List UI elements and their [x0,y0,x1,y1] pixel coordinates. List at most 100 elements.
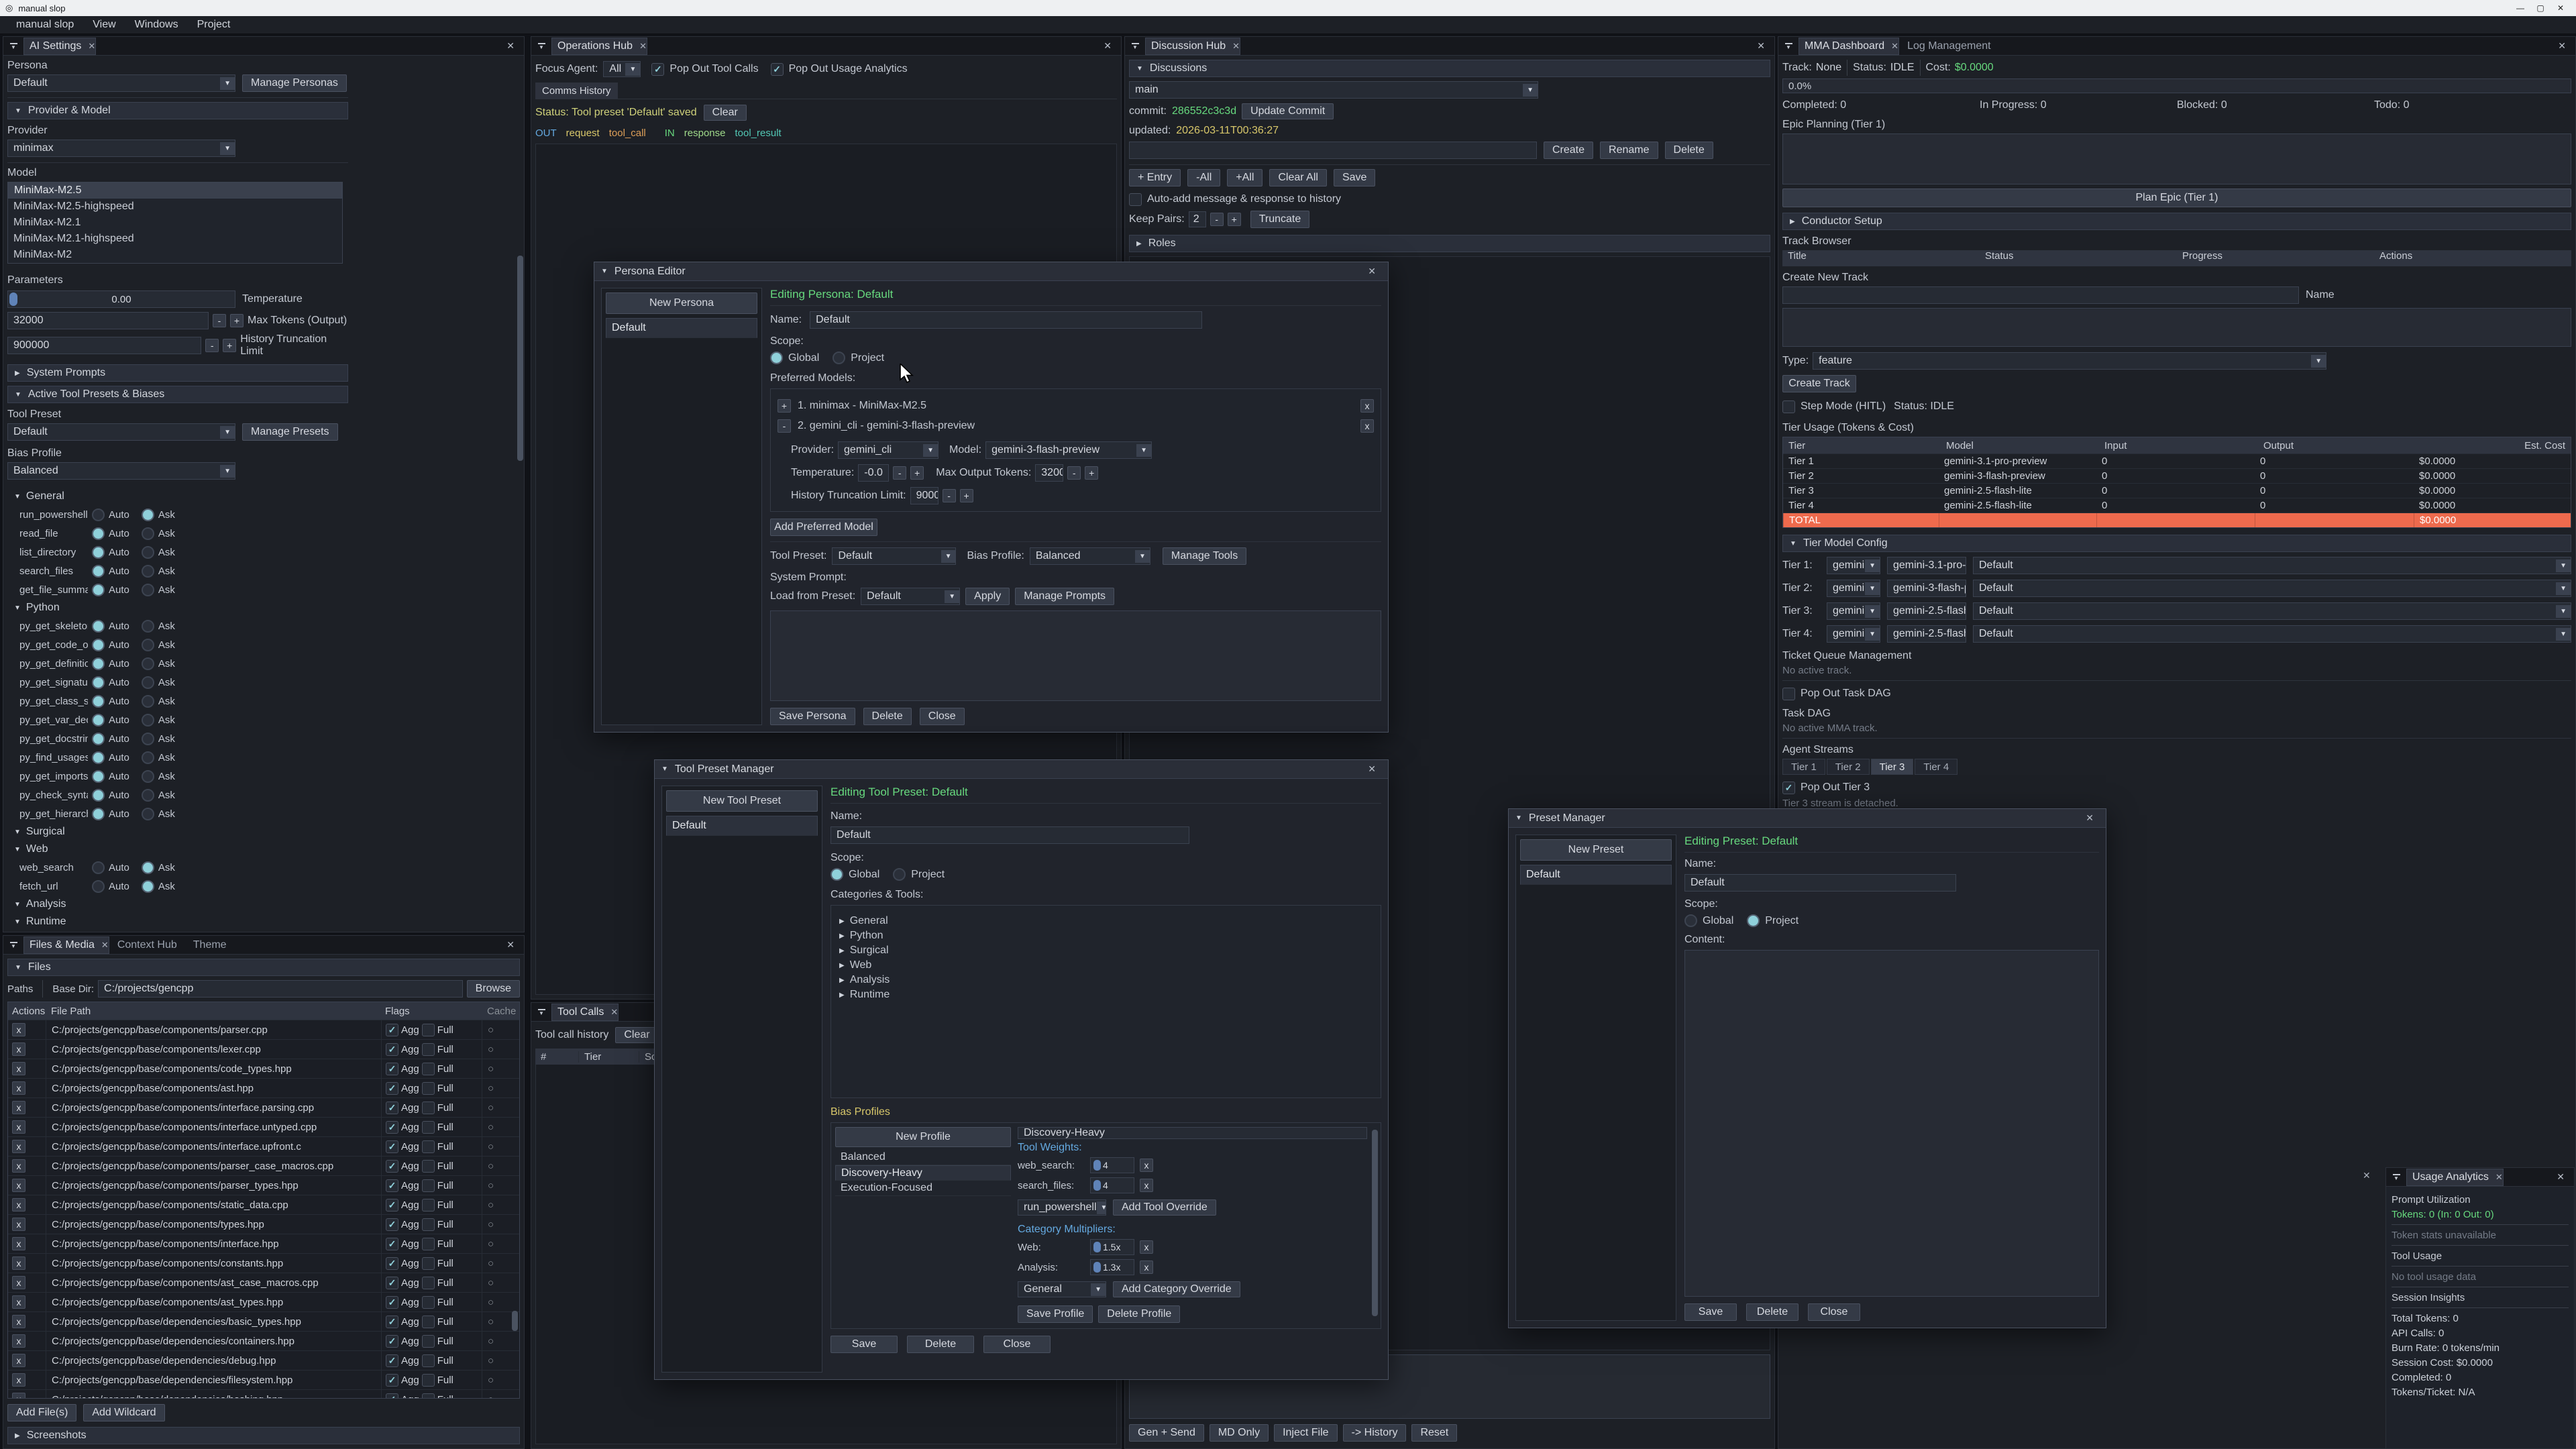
pe-history-decrement[interactable]: - [943,489,956,502]
agg-checkbox[interactable]: ✓ [386,1218,398,1231]
agg-checkbox[interactable]: ✓ [386,1335,398,1348]
tab-close-icon[interactable]: ✕ [88,41,95,52]
panel-close-icon[interactable]: ✕ [1098,40,1117,52]
full-checkbox[interactable]: ✓ [422,1218,435,1231]
remove-file-button[interactable]: x [12,1120,25,1134]
max-tokens-input[interactable]: 32000 [7,312,209,329]
full-checkbox[interactable]: ✓ [422,1043,435,1056]
ask-radio[interactable] [142,751,154,764]
new-profile-button[interactable]: New Profile [835,1127,1011,1147]
save-tool-preset-button[interactable]: Save [830,1336,898,1353]
delete-profile-button[interactable]: Delete Profile [1098,1305,1180,1323]
comms-history-tab[interactable]: Comms History [535,83,618,99]
auto-radio[interactable] [92,676,105,689]
expand-icon[interactable]: ▶ [839,962,845,969]
expand-icon[interactable]: ▶ [839,947,845,955]
pop-out-task-dag-checkbox[interactable]: ✓ [1782,688,1795,700]
dialog-close-icon[interactable]: ✕ [1362,763,1381,775]
agg-checkbox[interactable]: ✓ [386,1102,398,1114]
save-persona-button[interactable]: Save Persona [770,708,855,725]
screenshots-section-header[interactable]: ▶Screenshots [7,1427,520,1444]
expand-icon[interactable]: ▶ [839,932,845,940]
stream-tier-tab[interactable]: Tier 4 [1915,759,1957,775]
bias-profile-list-item[interactable]: Balanced [835,1150,1011,1165]
pe-provider-select[interactable]: gemini_cli▼ [838,441,938,459]
ask-radio[interactable] [142,565,154,578]
panel-close-icon[interactable]: ✕ [1752,40,1770,52]
auto-radio[interactable] [92,620,105,633]
pe-max-increment[interactable]: + [1085,466,1098,480]
panel-close-icon[interactable]: ✕ [2553,40,2571,52]
panel-close-icon[interactable]: ✕ [2551,1171,2570,1183]
composer-action-button[interactable]: Reset [1411,1424,1457,1442]
auto-radio[interactable] [92,714,105,727]
ask-radio[interactable] [142,620,154,633]
auto-radio[interactable] [92,789,105,802]
pe-tool-preset-select[interactable]: Default▼ [832,547,956,565]
panel-menu-icon[interactable]: ▼ [1778,43,1799,50]
ask-radio[interactable] [142,527,154,540]
pe-max-decrement[interactable]: - [1067,466,1081,480]
auto-radio[interactable] [92,695,105,708]
create-track-button[interactable]: Create Track [1782,375,1856,392]
tier-model-select[interactable]: gemini-2.5-flash▼ [1887,625,1966,643]
tier-provider-select[interactable]: gemini▼ [1827,557,1880,574]
clear-tool-calls-button[interactable]: Clear [615,1027,658,1043]
auto-radio[interactable] [92,584,105,596]
panel-close-icon[interactable]: ✕ [501,939,520,951]
category-item[interactable]: General [850,915,888,927]
tab-ai-settings[interactable]: AI Settings✕ [23,38,96,55]
auto-radio[interactable] [92,733,105,745]
ask-radio[interactable] [142,546,154,559]
add-category-override-button[interactable]: Add Category Override [1113,1281,1240,1297]
focus-agent-select[interactable]: All▼ [603,61,641,77]
remove-file-button[interactable]: x [12,1140,25,1153]
tier-preset-select[interactable]: Default▼ [1973,580,2571,597]
category-item[interactable]: Surgical [850,945,889,957]
ask-radio[interactable] [142,861,154,874]
tab-operations-hub[interactable]: Operations Hub✕ [551,38,647,55]
agg-checkbox[interactable]: ✓ [386,1277,398,1289]
tab-log-management[interactable]: Log Management [1899,37,1999,56]
agg-checkbox[interactable]: ✓ [386,1374,398,1387]
composer-action-button[interactable]: -> History [1343,1424,1407,1442]
menu-item[interactable]: Project [188,16,240,34]
full-checkbox[interactable]: ✓ [422,1335,435,1348]
remove-file-button[interactable]: x [12,1315,25,1328]
tool-category-header[interactable]: ▼Surgical [7,823,348,841]
provider-select[interactable]: minimax▼ [7,140,235,157]
create-discussion-button[interactable]: Create [1544,142,1593,159]
expand-icon[interactable]: ▶ [839,977,845,984]
pm-content-textarea[interactable] [1684,950,2099,1297]
ask-radio[interactable] [142,880,154,893]
keep-pairs-input[interactable]: 2 [1189,211,1206,227]
apply-button[interactable]: Apply [965,588,1010,605]
tab-usage-analytics[interactable]: Usage Analytics✕ [2406,1169,2504,1186]
panel-menu-icon[interactable]: ▼ [3,942,23,949]
reorder-model-button[interactable]: + [777,399,791,413]
agg-checkbox[interactable]: ✓ [386,1296,398,1309]
track-name-input[interactable] [1782,286,2299,304]
close-persona-editor-button[interactable]: Close [920,708,965,725]
model-list-item[interactable]: MiniMax-M2.5 [8,182,342,199]
delete-tool-preset-button[interactable]: Delete [907,1336,974,1353]
system-prompts-section-header[interactable]: ▶System Prompts [7,364,348,382]
collapse-icon[interactable]: ▼ [601,268,608,275]
auto-add-checkbox[interactable]: ✓ [1129,193,1142,206]
remove-model-button[interactable]: x [1360,419,1374,433]
remove-weight-button[interactable]: x [1140,1179,1153,1192]
tier-model-select[interactable]: gemini-3.1-pro-p▼ [1887,557,1966,574]
agg-checkbox[interactable]: ✓ [386,1082,398,1095]
agg-checkbox[interactable]: ✓ [386,1140,398,1153]
pe-temp-decrement[interactable]: - [893,466,906,480]
tab-mma-dashboard[interactable]: MMA Dashboard✕ [1799,38,1899,55]
menu-item[interactable]: manual slop [7,16,83,34]
remove-file-button[interactable]: x [12,1198,25,1212]
model-list-item[interactable]: MiniMax-M2.1 [8,215,342,231]
ask-radio[interactable] [142,714,154,727]
minimize-icon[interactable]: — [2510,3,2530,13]
weight-slider[interactable]: 4 [1090,1177,1134,1193]
truncate-button[interactable]: Truncate [1250,211,1310,228]
tool-category-header[interactable]: ▼Web [7,841,348,858]
agg-checkbox[interactable]: ✓ [386,1316,398,1328]
